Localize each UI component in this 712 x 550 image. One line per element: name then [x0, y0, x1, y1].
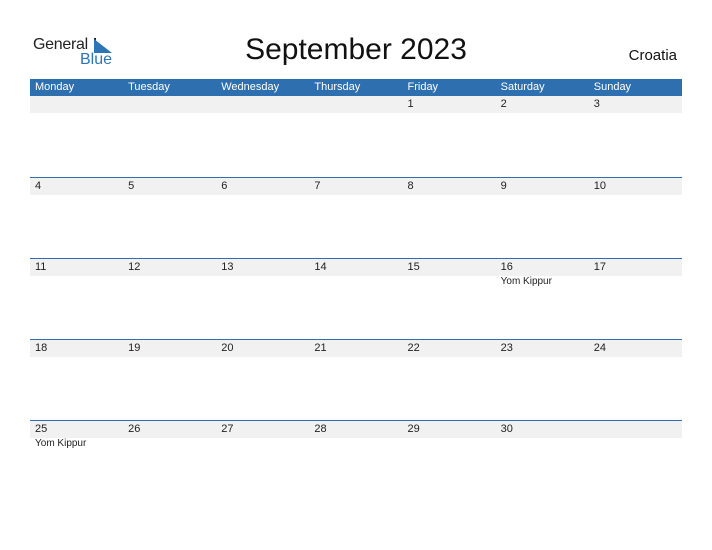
date-band: 11 12 13 14 15 16 17	[30, 259, 682, 276]
calendar-title: September 2023	[245, 33, 467, 66]
weekday-label: Thursday	[314, 81, 361, 93]
holiday-label	[589, 438, 682, 450]
day-number	[309, 96, 402, 113]
country-label: Croatia	[628, 47, 677, 64]
day-number: 10	[593, 180, 606, 192]
day-number: 1	[407, 98, 414, 110]
day-number: 18	[35, 342, 48, 354]
day-number: 19	[128, 342, 141, 354]
holiday-label	[216, 276, 309, 288]
week-row: 1 2 3	[30, 96, 682, 177]
holiday-label	[30, 276, 123, 288]
weekday-label: Sunday	[593, 81, 632, 93]
week-row: 25 26 27 28 29 30 Yom Kippur	[30, 420, 682, 501]
day-number: 16	[500, 261, 513, 273]
day-number: 17	[593, 261, 606, 273]
day-number: 13	[221, 261, 234, 273]
day-number: 28	[314, 423, 327, 435]
day-number: 9	[500, 180, 507, 192]
day-number: 29	[407, 423, 420, 435]
day-number: 25	[35, 423, 48, 435]
day-number	[123, 96, 216, 113]
holiday-label	[123, 276, 216, 288]
date-band: 4 5 6 7 8 9 10	[30, 178, 682, 195]
day-number: 14	[314, 261, 327, 273]
calendar-grid: Monday Tuesday Wednesday Thursday Friday…	[30, 79, 682, 501]
weekday-label: Wednesday	[221, 81, 280, 93]
holiday-label	[403, 276, 496, 288]
day-number: 11	[35, 261, 47, 273]
day-number: 20	[221, 342, 234, 354]
holiday-label	[403, 438, 496, 450]
event-row: Yom Kippur	[30, 438, 682, 450]
day-number: 30	[500, 423, 513, 435]
day-number: 3	[593, 98, 600, 110]
holiday-label	[123, 438, 216, 450]
day-number: 6	[221, 180, 228, 192]
date-band: 18 19 20 21 22 23 24	[30, 340, 682, 357]
day-number: 23	[500, 342, 513, 354]
day-number: 4	[35, 180, 42, 192]
holiday-label: Yom Kippur	[500, 276, 552, 287]
date-band: 25 26 27 28 29 30	[30, 421, 682, 438]
day-number: 27	[221, 423, 234, 435]
day-number: 22	[407, 342, 420, 354]
holiday-label: Yom Kippur	[35, 438, 87, 449]
week-row: 18 19 20 21 22 23 24	[30, 339, 682, 420]
holiday-label	[309, 438, 402, 450]
holiday-label	[589, 276, 682, 288]
event-row: Yom Kippur	[30, 276, 682, 288]
weekday-header: Monday Tuesday Wednesday Thursday Friday…	[30, 79, 682, 96]
weekday-label: Monday	[35, 81, 75, 93]
weekday-label: Saturday	[500, 81, 545, 93]
day-number: 15	[407, 261, 420, 273]
day-number: 24	[593, 342, 606, 354]
date-band: 1 2 3	[30, 96, 682, 113]
day-number	[30, 96, 123, 113]
day-number	[216, 96, 309, 113]
day-number: 5	[128, 180, 135, 192]
holiday-label	[216, 438, 309, 450]
day-number: 21	[314, 342, 327, 354]
day-number	[589, 421, 682, 438]
day-number: 8	[407, 180, 414, 192]
week-row: 11 12 13 14 15 16 17 Yom Kippur	[30, 258, 682, 339]
holiday-label	[496, 438, 589, 450]
week-row: 4 5 6 7 8 9 10	[30, 177, 682, 258]
weekday-label: Friday	[407, 81, 439, 93]
day-number: 7	[314, 180, 321, 192]
day-number: 12	[128, 261, 141, 273]
day-number: 26	[128, 423, 141, 435]
holiday-label	[309, 276, 402, 288]
weekday-label: Tuesday	[128, 81, 170, 93]
day-number: 2	[500, 98, 507, 110]
